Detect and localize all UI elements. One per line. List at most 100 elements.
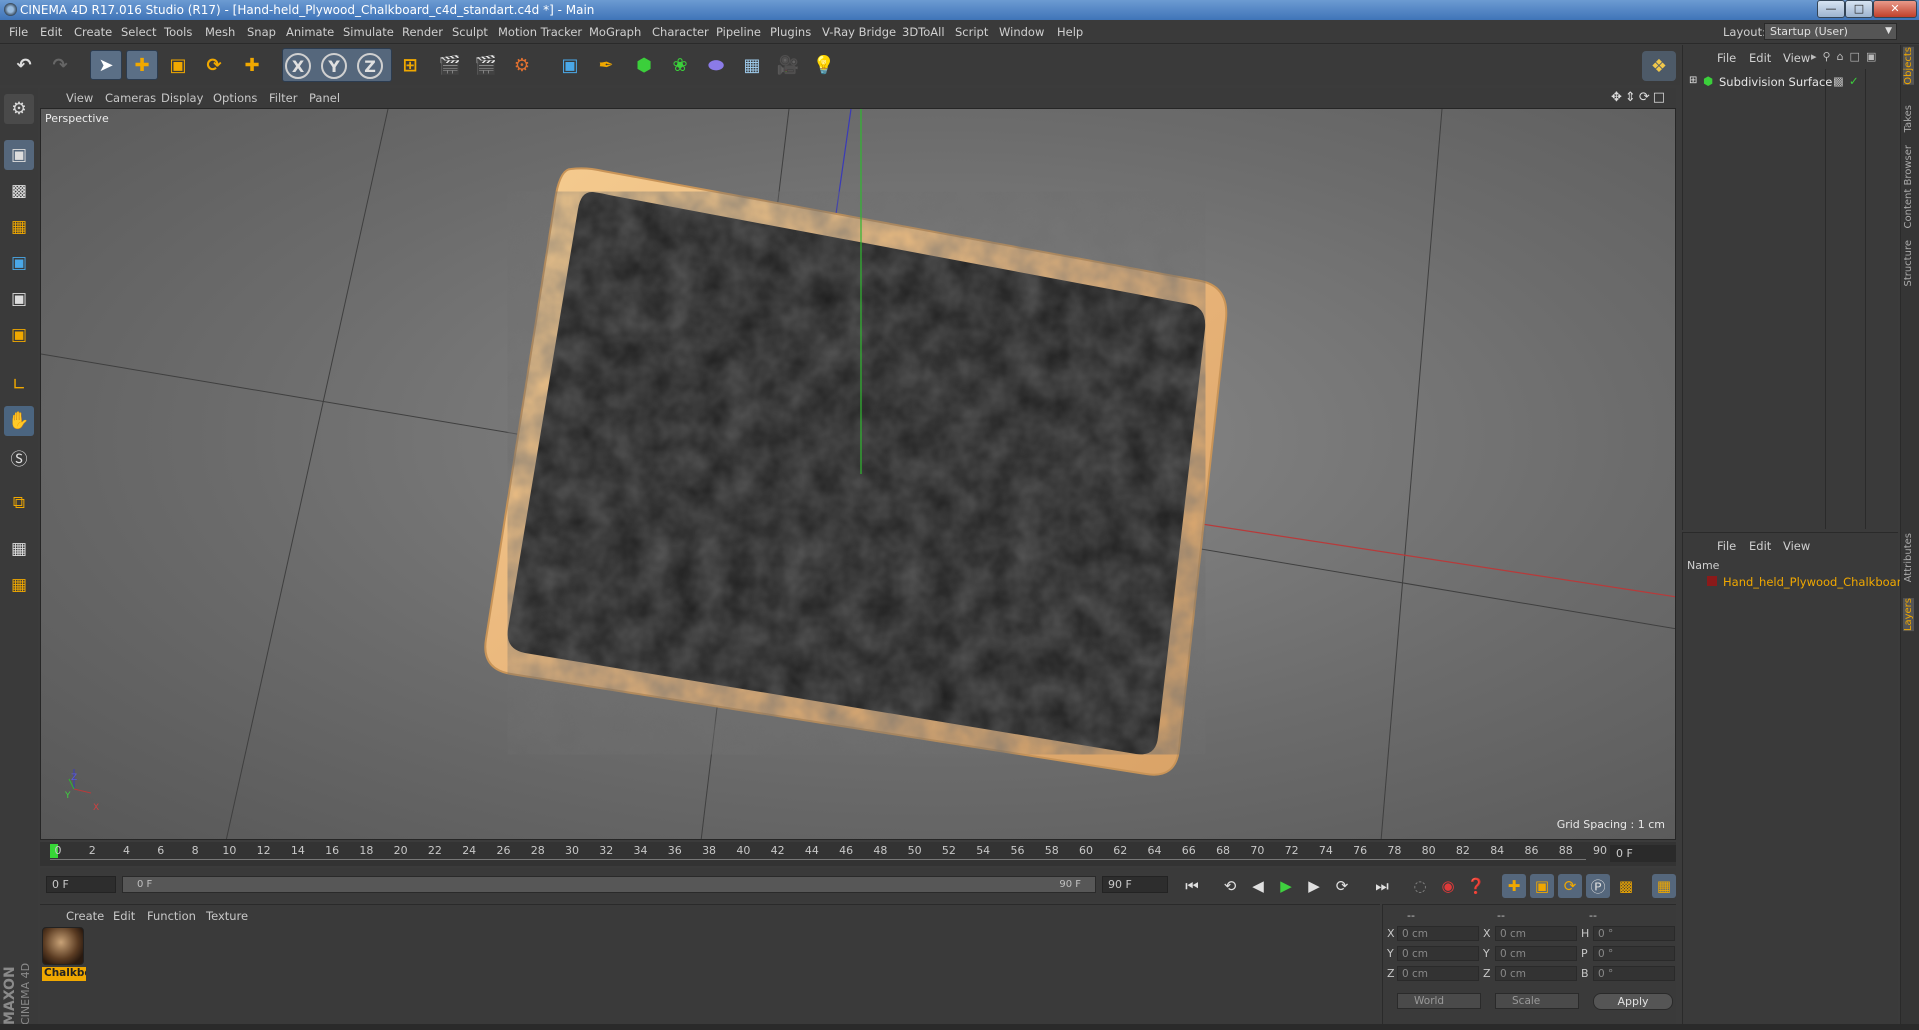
size-y-field[interactable]: 0 cm (1495, 946, 1577, 961)
cloner-icon[interactable]: ❀ (664, 50, 696, 80)
go-to-end-icon[interactable]: ⏭ (1370, 874, 1394, 898)
tab-objects[interactable]: Objects (1903, 47, 1914, 85)
material-menu-edit[interactable]: Edit (113, 909, 135, 923)
previous-frame-icon[interactable]: ◀ (1246, 874, 1270, 898)
menu-vray-bridge[interactable]: V-Ray Bridge (822, 25, 896, 39)
maximize-button[interactable]: □ (1845, 0, 1873, 18)
menu-pipeline[interactable]: Pipeline (716, 25, 761, 39)
live-selection-icon[interactable]: ✚ (236, 50, 268, 80)
object-menu-view[interactable]: View (1783, 51, 1810, 65)
menu-simulate[interactable]: Simulate (343, 25, 394, 39)
viewport-menu-options[interactable]: Options (213, 91, 257, 105)
viewport-navigation-icons[interactable]: ✥⇕⟳□ (1611, 90, 1668, 105)
close-button[interactable]: ✕ (1873, 0, 1917, 18)
start-frame-field[interactable]: 0 F (46, 876, 116, 893)
coordinate-system-icon[interactable]: ⊞ (394, 50, 426, 80)
python-icon[interactable]: ❖ (1642, 51, 1676, 81)
size-mode-select[interactable]: Scale (1495, 993, 1579, 1009)
apply-button[interactable]: Apply (1593, 993, 1673, 1010)
camera-icon[interactable]: 🎥 (772, 50, 804, 80)
minimize-button[interactable]: — (1817, 0, 1845, 18)
go-to-start-icon[interactable]: ⏮ (1180, 874, 1204, 898)
timeline-ruler[interactable]: 0 2 4 6 8 10 12 14 16 18 20 22 24 26 28 30 32 34 36 38 40 42 4… (40, 842, 1676, 866)
layer-menu-view[interactable]: View (1783, 539, 1810, 553)
current-frame-field[interactable]: 0 F (1610, 845, 1676, 862)
size-x-field[interactable]: 0 cm (1495, 926, 1577, 941)
object-menu-file[interactable]: File (1717, 51, 1736, 65)
render-settings-icon[interactable]: ⚙ (506, 50, 538, 80)
viewport-menu-filter[interactable]: Filter (269, 91, 297, 105)
spline-pen-icon[interactable]: ✒ (590, 50, 622, 80)
next-frame-icon[interactable]: ▶ (1302, 874, 1326, 898)
menu-3dtoall[interactable]: 3DToAll (902, 25, 945, 39)
material-menu-function[interactable]: Function (147, 909, 196, 923)
layer-row[interactable]: Hand_held_Plywood_Chalkboard (1683, 573, 1909, 591)
material-menu-texture[interactable]: Texture (206, 909, 248, 923)
layout-select[interactable]: Startup (User) ▼ (1764, 23, 1897, 40)
pos-y-field[interactable]: 0 cm (1397, 946, 1479, 961)
y-axis-lock-button[interactable]: Y (321, 53, 347, 79)
object-menu-edit[interactable]: Edit (1749, 51, 1771, 65)
locked-workplane-icon[interactable]: ▦ (4, 534, 34, 564)
viewport-menu-cameras[interactable]: Cameras (105, 91, 156, 105)
menu-sculpt[interactable]: Sculpt (452, 25, 488, 39)
material-preview-thumbnail[interactable] (42, 927, 84, 965)
tweak-mode-icon[interactable]: ✋ (4, 406, 34, 436)
planar-workplane-icon[interactable]: ▦ (4, 570, 34, 600)
texture-mode-icon[interactable]: ▩ (4, 176, 34, 206)
object-visibility-icon[interactable]: ▩ (1833, 74, 1844, 88)
z-axis-lock-button[interactable]: Z (357, 53, 383, 79)
menu-edit[interactable]: Edit (40, 25, 62, 39)
key-position-icon[interactable]: ✚ (1502, 874, 1526, 898)
menu-snap[interactable]: Snap (247, 25, 276, 39)
x-axis-lock-button[interactable]: X (285, 53, 311, 79)
rot-p-field[interactable]: 0 ° (1593, 946, 1675, 961)
object-enabled-checkmark-icon[interactable]: ✓ (1849, 74, 1859, 88)
light-icon[interactable]: 💡 (808, 50, 840, 80)
perspective-viewport[interactable]: Perspective Z Y X Grid Spacing : 1 cm (40, 108, 1676, 840)
menu-motion-tracker[interactable]: Motion Tracker (498, 25, 582, 39)
tab-structure[interactable]: Structure (1903, 240, 1914, 287)
tab-layers[interactable]: Layers (1903, 598, 1914, 632)
solo-mode-icon[interactable]: Ⓢ (4, 442, 34, 472)
menu-animate[interactable]: Animate (286, 25, 334, 39)
layer-menu-file[interactable]: File (1717, 539, 1736, 553)
previous-keyframe-icon[interactable]: ⟲ (1218, 874, 1242, 898)
menu-script[interactable]: Script (955, 25, 988, 39)
menu-window[interactable]: Window (999, 25, 1044, 39)
next-keyframe-icon[interactable]: ⟳ (1330, 874, 1354, 898)
tab-takes[interactable]: Takes (1903, 105, 1914, 132)
expand-icon[interactable]: ⊞ (1689, 75, 1697, 86)
render-picture-viewer-icon[interactable]: 🎬 (470, 50, 502, 80)
menu-file[interactable]: File (9, 25, 28, 39)
tab-attributes[interactable]: Attributes (1903, 533, 1914, 582)
floor-icon[interactable]: ▦ (736, 50, 768, 80)
key-scale-icon[interactable]: ▣ (1530, 874, 1554, 898)
tab-content-browser[interactable]: Content Browser (1903, 145, 1914, 228)
workplane-icon[interactable]: ▦ (4, 212, 34, 242)
menu-mesh[interactable]: Mesh (205, 25, 235, 39)
scale-tool-icon[interactable]: ▣ (162, 50, 194, 80)
rot-b-field[interactable]: 0 ° (1593, 966, 1675, 981)
coordinate-mode-select[interactable]: World (1397, 993, 1481, 1009)
model-mode-icon[interactable]: ▣ (4, 140, 34, 170)
keyframe-selection-icon[interactable]: ❓ (1464, 874, 1488, 898)
autokey-icon[interactable]: ◉ (1436, 874, 1460, 898)
menu-mograph[interactable]: MoGraph (589, 25, 641, 39)
deformer-icon[interactable]: ⬬ (700, 50, 732, 80)
menu-create[interactable]: Create (74, 25, 112, 39)
object-row[interactable]: ⊞ ⬢ Subdivision Surface ▩ ✓ (1683, 73, 1899, 91)
enable-axis-icon[interactable]: ∟ (4, 370, 34, 400)
edges-mode-icon[interactable]: ▣ (4, 284, 34, 314)
timeline-layout-icon[interactable]: ▦ (1652, 874, 1676, 898)
menu-help[interactable]: Help (1057, 25, 1083, 39)
key-rotation-icon[interactable]: ⟳ (1558, 874, 1582, 898)
render-view-icon[interactable]: 🎬 (434, 50, 466, 80)
select-cursor-icon[interactable]: ➤ (90, 50, 122, 80)
points-mode-icon[interactable]: ▣ (4, 248, 34, 278)
viewport-menu-display[interactable]: Display (161, 91, 203, 105)
menu-plugins[interactable]: Plugins (770, 25, 811, 39)
rotate-tool-icon[interactable]: ⟳ (198, 50, 230, 80)
pos-x-field[interactable]: 0 cm (1397, 926, 1479, 941)
pos-z-field[interactable]: 0 cm (1397, 966, 1479, 981)
